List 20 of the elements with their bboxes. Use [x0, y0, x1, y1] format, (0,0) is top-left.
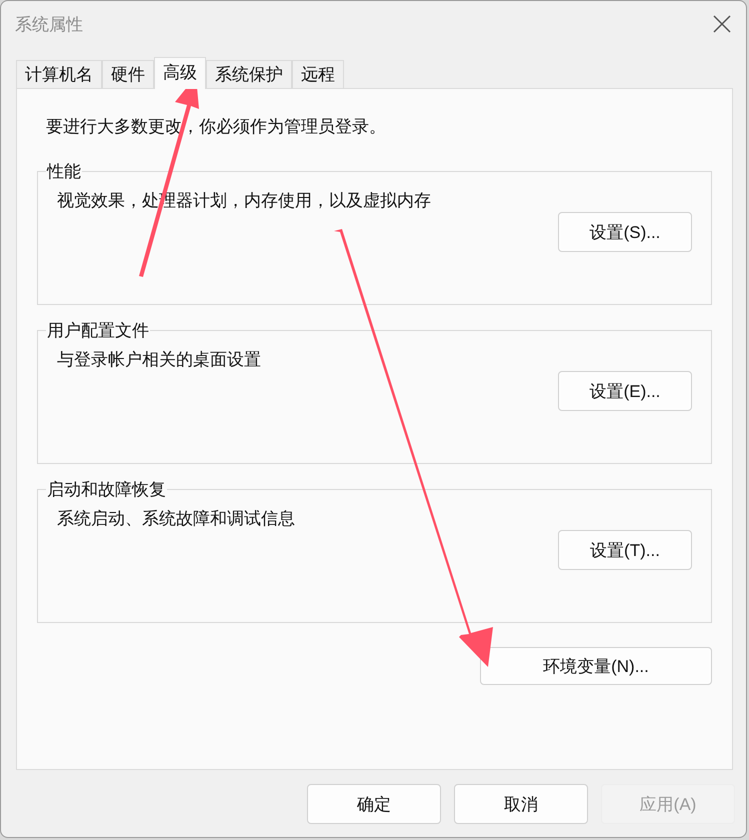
tab[interactable]: 高级 — [154, 57, 206, 89]
settings-button[interactable]: 设置(E)... — [558, 371, 692, 411]
group-title: 启动和故障恢复 — [46, 479, 167, 501]
settings-button[interactable]: 设置(S)... — [558, 212, 692, 252]
group-description: 与登录帐户相关的桌面设置 — [57, 349, 262, 371]
tab[interactable]: 计算机名 — [16, 60, 102, 89]
dialog-button[interactable]: 确定 — [307, 784, 441, 824]
tab[interactable]: 硬件 — [102, 60, 154, 89]
window-title: 系统属性 — [15, 14, 83, 36]
close-button[interactable] — [712, 14, 732, 34]
tab[interactable]: 系统保护 — [206, 60, 292, 89]
environment-variables-button[interactable]: 环境变量(N)... — [480, 647, 712, 685]
group-description: 系统启动、系统故障和调试信息 — [57, 508, 296, 530]
settings-button[interactable]: 设置(T)... — [558, 530, 692, 570]
tab[interactable]: 远程 — [292, 60, 344, 89]
intro-text: 要进行大多数更改，你必须作为管理员登录。 — [46, 116, 387, 138]
dialog-button[interactable]: 取消 — [454, 784, 588, 824]
group-title: 用户配置文件 — [46, 320, 150, 342]
close-icon — [712, 14, 732, 34]
group-title: 性能 — [46, 161, 82, 183]
